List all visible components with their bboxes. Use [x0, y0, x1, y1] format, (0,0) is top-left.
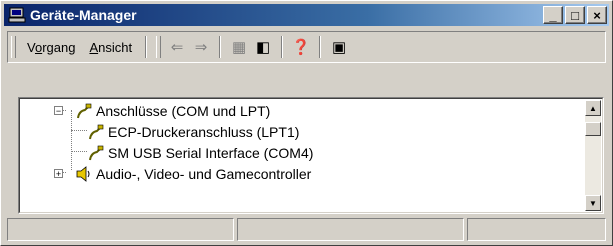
speaker-icon [75, 165, 93, 183]
status-pane-1 [7, 218, 234, 241]
menu-accelerator: A [89, 39, 99, 55]
tree-item-label: ECP-Druckeranschluss (LPT1) [108, 123, 300, 140]
tree-item-lpt1[interactable]: ECP-Druckeranschluss (LPT1) [87, 121, 299, 142]
menu-label: rgang [42, 39, 76, 55]
help-icon[interactable]: ❓ [289, 36, 313, 58]
device-tree[interactable]: − Anschlüsse (COM und LPT) ECP-Druckeran… [18, 97, 604, 214]
tree-line [71, 130, 87, 131]
properties-icon[interactable]: ◧ [251, 36, 275, 58]
toolbar-grip[interactable] [11, 36, 16, 58]
menu-ansicht[interactable]: Ansicht [82, 38, 139, 57]
status-bar [7, 218, 606, 241]
tree-item-com4[interactable]: SM USB Serial Interface (COM4) [87, 142, 313, 163]
maximize-button[interactable]: □ [565, 6, 585, 24]
scroll-thumb[interactable] [585, 122, 601, 136]
scroll-up-button[interactable]: ▲ [585, 100, 601, 116]
menu-vorgang[interactable]: Vorgang [20, 38, 82, 57]
toolbar-grip[interactable] [156, 36, 162, 58]
computer-icon [8, 7, 26, 23]
menu-toolbar: Vorgang Ansicht ⇐ ⇒ ▦ ◧ ❓ ▣ [7, 31, 606, 63]
collapse-icon[interactable]: − [54, 106, 63, 116]
tree-line [71, 151, 87, 152]
menu-label: V [27, 39, 35, 55]
device-manager-window: Geräte-Manager _ □ × Vorgang Ansicht ⇐ ⇒… [0, 0, 613, 246]
tree-item-label: Anschlüsse (COM und LPT) [96, 102, 271, 119]
port-icon [87, 123, 105, 141]
toolbar-separator [281, 36, 284, 58]
forward-arrow-icon[interactable]: ⇒ [189, 36, 213, 58]
back-arrow-icon[interactable]: ⇐ [165, 36, 189, 58]
window-title: Geräte-Manager [30, 7, 137, 23]
menu-label: nsicht [98, 39, 133, 55]
minimize-button[interactable]: _ [543, 6, 563, 24]
tree-item-anschluesse[interactable]: − Anschlüsse (COM und LPT) [54, 100, 270, 121]
scan-hardware-icon[interactable]: ▣ [327, 36, 351, 58]
tree-item-audio[interactable]: + Audio-, Video- und Gamecontroller [54, 163, 311, 184]
title-bar[interactable]: Geräte-Manager _ □ × [4, 4, 609, 26]
port-icon [87, 144, 105, 162]
toolbar-separator [219, 36, 222, 58]
port-icon [75, 102, 93, 120]
vertical-scrollbar[interactable]: ▲ ▼ [585, 100, 601, 211]
status-pane-3 [467, 218, 606, 241]
close-button[interactable]: × [587, 6, 607, 24]
scroll-down-button[interactable]: ▼ [585, 195, 601, 211]
device-tree-icon[interactable]: ▦ [227, 36, 251, 58]
status-pane-2 [237, 218, 464, 241]
toolbar-separator [145, 36, 148, 58]
expand-icon[interactable]: + [54, 169, 63, 179]
toolbar-separator [319, 36, 322, 58]
tree-item-label: SM USB Serial Interface (COM4) [108, 144, 314, 161]
tree-item-label: Audio-, Video- und Gamecontroller [96, 165, 312, 182]
